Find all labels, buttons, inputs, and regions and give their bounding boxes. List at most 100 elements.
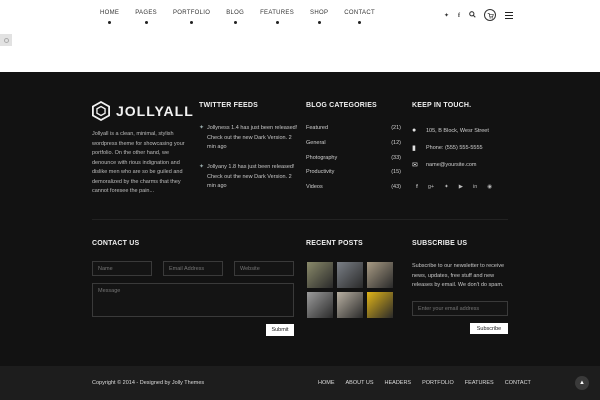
category-item[interactable]: Photography (33) [306,155,401,161]
footer-nav-contact[interactable]: CONTACT [505,380,531,386]
recent-post-thumb[interactable] [367,292,393,318]
nav-label: PORTFOLIO [172,10,211,16]
email-input[interactable] [163,261,223,276]
location-icon: ● [412,127,417,134]
section-divider [92,219,508,220]
nav-dot [108,21,112,24]
phone-text: Phone: (555) 555-5555 [426,145,483,151]
footer-nav-home[interactable]: HOME [318,380,335,386]
settings-tab[interactable] [0,34,12,46]
site-logo[interactable]: JOLLYALL [92,101,194,121]
nav-portfolio[interactable]: PORTFOLIO [173,10,210,24]
category-name: Videos [306,184,323,190]
category-item[interactable]: Featured (21) [306,125,401,131]
category-item[interactable]: Productivity (15) [306,169,401,175]
recent-post-thumb[interactable] [307,292,333,318]
category-name: General [306,140,326,146]
facebook-icon[interactable]: f [458,12,460,20]
nav-contact[interactable]: CONTACT [344,10,375,24]
nav-pages[interactable]: PAGES [135,10,157,24]
nav-dot [358,21,362,24]
category-name: Productivity [306,169,335,175]
blog-categories-title: BLOG CATEGORIES [306,102,377,109]
subscribe-email-input[interactable] [412,301,508,316]
recent-posts-title: RECENT POSTS [306,240,363,247]
name-input[interactable] [92,261,152,276]
tweet-item: ✦ Jollyany 1.8 has just been released! C… [199,163,299,192]
site-header: HOME PAGES PORTFOLIO BLOG FEATURES SHOP … [0,0,600,72]
nav-features[interactable]: FEATURES [260,10,294,24]
nav-dot [275,21,279,24]
footer-nav-portfolio[interactable]: PORTFOLIO [422,380,454,386]
gear-icon [3,37,9,43]
nav-label: SHOP [310,10,329,16]
email-text: name@yoursite.com [426,162,477,168]
nav-shop[interactable]: SHOP [310,10,328,24]
twitter-icon: ✦ [199,125,205,131]
tweet-text: Jollyany 1.8 has just been released! Che… [207,164,295,189]
tweet-item: ✦ Jollyness 1.4 has just been released! … [199,124,299,153]
youtube-icon[interactable]: ▶ [459,184,463,190]
category-item[interactable]: General (12) [306,140,401,146]
keep-in-touch-title: KEEP IN TOUCH. [412,102,472,109]
subscribe-button[interactable]: Subscribe [470,323,508,334]
submit-button[interactable]: Submit [266,324,294,336]
subscribe-text: Subscribe to our newsletter to receive n… [412,263,505,288]
footer-nav-features[interactable]: FEATURES [465,380,494,386]
logo-text: JOLLYALL [116,103,194,119]
tweet-text: Jollyness 1.4 has just been released! Ch… [207,125,298,150]
footer-nav: HOME ABOUT US HEADERS PORTFOLIO FEATURES… [318,380,542,386]
scroll-to-top-icon[interactable]: ▲ [575,376,589,390]
twitter-icon[interactable]: ✦ [444,184,449,190]
recent-post-thumb[interactable] [307,262,333,288]
facebook-icon[interactable]: f [416,184,418,190]
phone-icon: ▮ [412,145,416,152]
website-input[interactable] [234,261,294,276]
category-item[interactable]: Videos (43) [306,184,401,190]
footer-nav-about[interactable]: ABOUT US [346,380,374,386]
category-name: Photography [306,155,338,161]
twitter-icon[interactable]: ✦ [444,12,449,20]
category-count: (33) [391,155,401,161]
about-text: Jollyall is a clean, minimal, stylish wo… [92,131,185,194]
message-input[interactable] [92,283,294,317]
nav-label: HOME [100,10,120,16]
subscribe-title: SUBSCRIBE US [412,240,468,247]
nav-dot [190,21,194,24]
category-count: (12) [391,140,401,146]
nav-label: BLOG [226,10,245,16]
bottom-bar: Copyright © 2014 - Designed by Jolly The… [0,366,600,400]
cart-icon[interactable] [484,9,496,21]
footer-social: f g+ ✦ ▶ in ◉ [416,184,502,190]
nav-dot [144,21,148,24]
google-plus-icon[interactable]: g+ [428,184,434,190]
nav-home[interactable]: HOME [100,10,119,24]
phone-row: ▮ Phone: (555) 555-5555 [412,144,483,152]
recent-post-thumb[interactable] [337,292,363,318]
search-icon[interactable] [469,11,476,21]
nav-blog[interactable]: BLOG [226,10,244,24]
twitter-icon: ✦ [199,164,205,170]
contact-us-title: CONTACT US [92,240,140,247]
nav-label: CONTACT [344,10,375,16]
email-row[interactable]: ✉ name@yoursite.com [412,161,477,169]
footer-nav-headers[interactable]: HEADERS [385,380,412,386]
nav-label: PAGES [135,10,157,16]
main-nav: HOME PAGES PORTFOLIO BLOG FEATURES SHOP … [100,10,391,24]
nav-dot [233,21,237,24]
category-count: (21) [391,125,401,131]
copyright-text: Copyright © 2014 - Designed by Jolly The… [92,380,205,386]
category-count: (15) [391,169,401,175]
recent-post-thumb[interactable] [367,262,393,288]
nav-label: FEATURES [260,10,295,16]
header-social: ✦ f [444,11,485,21]
envelope-icon: ✉ [412,162,418,169]
linkedin-icon[interactable]: in [473,184,477,190]
recent-post-thumb[interactable] [337,262,363,288]
dribbble-icon[interactable]: ◉ [487,184,492,190]
hamburger-menu-icon[interactable] [505,12,513,21]
category-count: (43) [391,184,401,190]
address-row: ● 105, B Block, Wesr Street [412,127,489,134]
category-name: Featured [306,125,329,131]
hexagon-logo-icon [92,101,110,121]
